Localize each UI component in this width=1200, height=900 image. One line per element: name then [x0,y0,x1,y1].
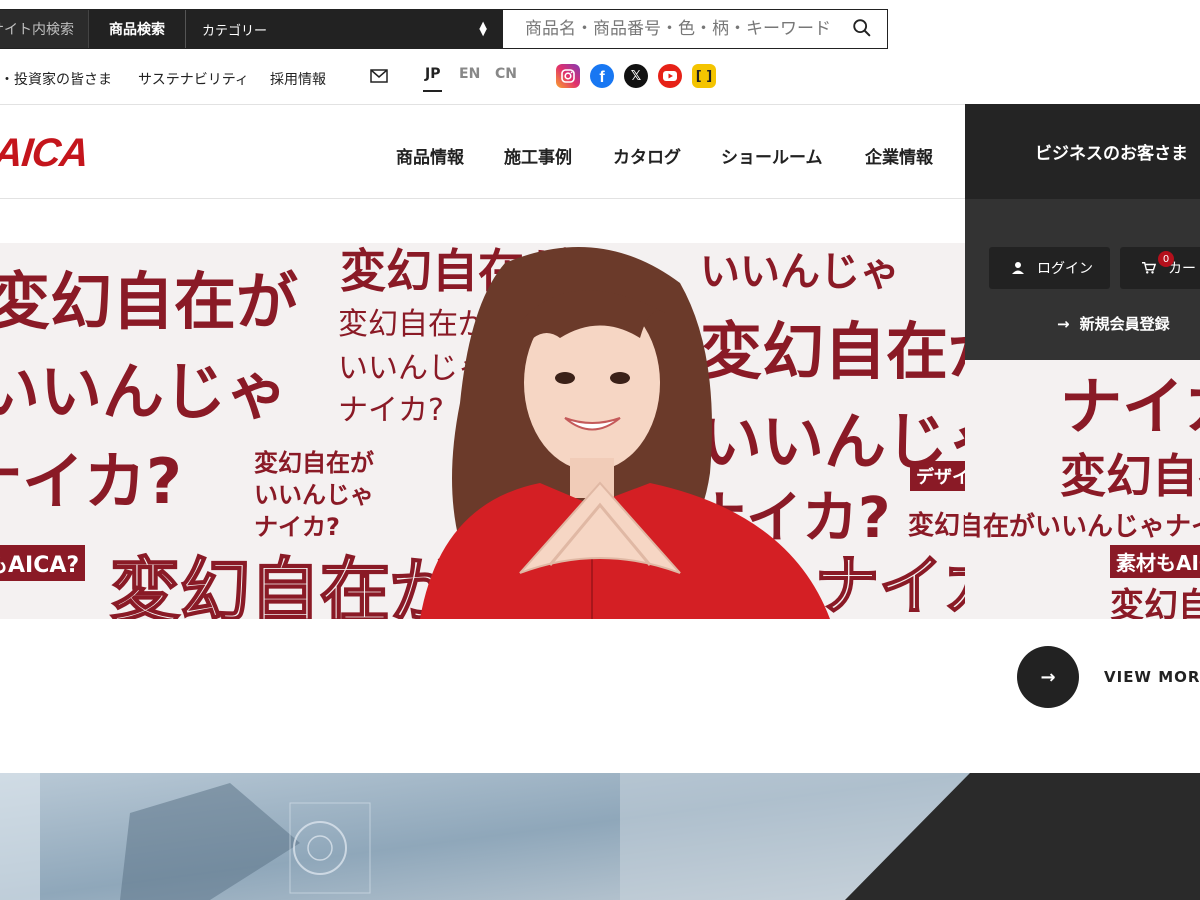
x-icon[interactable]: 𝕏 [624,64,648,88]
hero-banner-right: ナイカ? 変幻自在が 変幻自在がいいんじゃナイカ? 素材もAICA? 変幻自在が [965,360,1200,619]
business-panel: ビジネスのお客さま ログイン 0 カート → 新規会員登録 [965,104,1200,360]
lang-jp[interactable]: JP [422,66,444,92]
nav-products[interactable]: 商品情報 [396,143,464,168]
updown-chevron-icon: ▲ ▼ [479,20,487,38]
nav-cases[interactable]: 施工事例 [504,143,572,168]
arrow-right-icon: → [1040,666,1056,688]
search-input-wrapper [503,10,887,48]
login-label: ログイン [1037,261,1093,277]
hero-tag-material: 素材もAICA? [1110,545,1200,578]
lang-en[interactable]: EN [459,66,480,82]
utility-row: 株主・投資家の皆さま サステナビリティ 採用情報 JP EN CN f 𝕏 [ … [0,60,900,96]
category-select[interactable]: カテゴリー ▲ ▼ [185,10,503,48]
investor-link[interactable]: 株主・投資家の皆さま [0,69,112,89]
business-title-label: ビジネスのお客さま [1035,144,1188,164]
hero-banner[interactable]: 変幻自在が いいんじゃ ナイカ? 変幻自在が 変幻自在が いいんじゃ ナイカ? … [0,243,965,619]
user-icon [1012,262,1024,274]
search-icon [853,19,871,37]
product-search-tab-label: 商品検索 [109,22,165,38]
product-search-tab[interactable]: 商品検索 [88,10,185,48]
search-button[interactable] [851,17,875,41]
register-link[interactable]: → 新規会員登録 [1057,313,1170,334]
aica-logo[interactable]: AICA [0,131,90,175]
model-photo [420,247,830,619]
facebook-icon[interactable]: f [590,64,614,88]
sustainability-link[interactable]: サステナビリティ [138,69,249,89]
feature-banner-image [0,773,1200,900]
lang-cn[interactable]: CN [495,66,517,82]
recruit-link[interactable]: 採用情報 [270,69,326,89]
instagram-icon[interactable] [556,64,580,88]
view-more-label: VIEW MORE [1104,668,1200,686]
site-search-tab-label: サイト内検索 [0,22,74,38]
feature-banner[interactable] [0,773,1200,900]
mail-icon[interactable] [370,69,388,83]
nav-showroom[interactable]: ショールーム [721,143,823,168]
hero-slogan-line3: ナイカ? [0,445,182,518]
view-more-button[interactable]: → VIEW MORE [1017,646,1200,708]
nav-catalog[interactable]: カタログ [613,143,681,168]
business-panel-title[interactable]: ビジネスのお客さま [965,104,1200,199]
arrow-right-icon: → [1057,314,1070,333]
search-bar: サイト内検索 商品検索 カテゴリー ▲▼ [0,9,888,49]
hero-tag-aica: もAICA? [0,545,86,581]
hero-slogan-big: 変幻自在が [0,265,299,338]
nav-company[interactable]: 企業情報 [865,143,933,168]
hero-slogan-ext-3: 変幻自在がいいんじゃナイカ? [965,512,1200,542]
search-input[interactable] [525,19,851,39]
category-select-label: カテゴリー [202,23,268,39]
youtube-icon[interactable] [658,64,682,88]
view-more-circle[interactable]: → [1017,646,1079,708]
cart-button[interactable]: 0 カート [1120,247,1200,289]
site-search-tab[interactable]: サイト内検索 [0,10,88,48]
hero-slogan-ext-2: 変幻自在が [1060,449,1200,503]
cart-count-badge: 0 [1158,251,1174,267]
register-label: 新規会員登録 [1079,315,1170,333]
login-button[interactable]: ログイン [989,247,1110,289]
hero-slogan-ext-4: 変幻自在が [1110,586,1200,619]
hero-slogan-line2: いいんじゃ [0,355,289,428]
kakaku-icon[interactable]: [ ] [692,64,716,88]
cart-icon [1142,262,1156,274]
hero-tag-design: デザインもAICA? [910,461,965,491]
hero-slogan-ext-1: ナイカ? [1060,370,1200,443]
